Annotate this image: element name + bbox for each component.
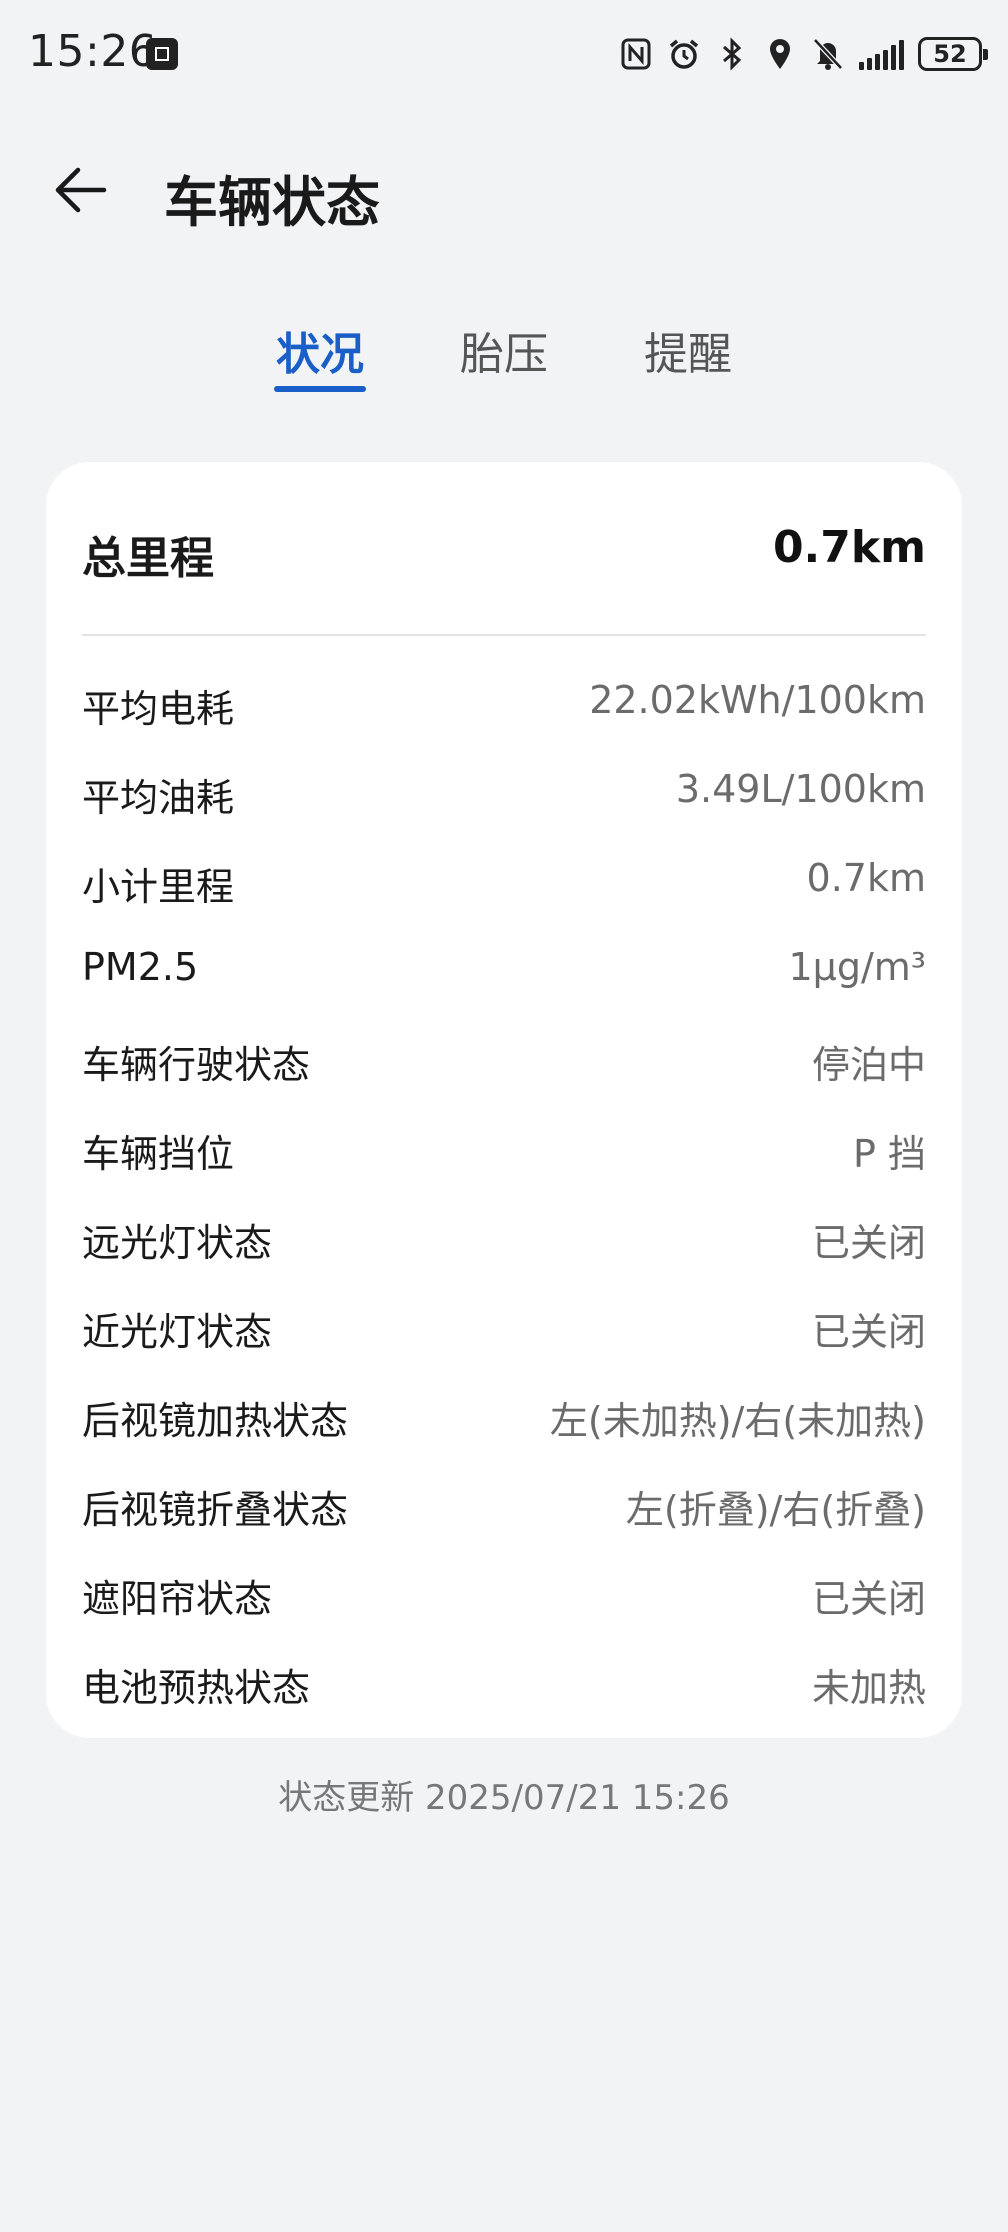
row-value: 已关闭	[811, 1310, 926, 1354]
alarm-icon	[667, 37, 701, 71]
app-header: 车辆状态	[0, 140, 1008, 240]
battery-icon: 52	[918, 37, 988, 71]
tab-bar: 状况 胎压 提醒	[0, 312, 1008, 402]
total-mileage-value: 0.7km	[772, 522, 926, 573]
signal-icon	[859, 38, 904, 70]
row-value: 停泊中	[811, 1043, 926, 1087]
vehicle-status-card: 总里程 0.7km 平均电耗 22.02kWh/100km 平均油耗 3.49L…	[46, 462, 962, 1738]
status-bar: 15:26 52	[0, 0, 1008, 108]
back-button[interactable]	[44, 154, 116, 226]
list-item: 平均电耗 22.02kWh/100km	[82, 664, 926, 753]
row-label: 远光灯状态	[82, 1221, 273, 1265]
row-label: 平均油耗	[82, 776, 235, 820]
row-value: 0.7km	[806, 856, 926, 900]
tab-tire-pressure[interactable]: 胎压	[434, 318, 574, 398]
list-item: PM2.5 1μg/m³	[82, 931, 926, 1020]
status-update-time: 状态更新 2025/07/21 15:26	[278, 1778, 730, 1818]
row-label: 车辆行驶状态	[82, 1043, 311, 1087]
bluetooth-icon	[715, 37, 749, 71]
list-item: 车辆挡位 P 挡	[82, 1109, 926, 1198]
status-icons: 52	[619, 32, 988, 76]
list-item: 后视镜折叠状态 左(折叠)/右(折叠)	[82, 1465, 926, 1554]
list-item: 小计里程 0.7km	[82, 842, 926, 931]
status-list: 平均电耗 22.02kWh/100km 平均油耗 3.49L/100km 小计里…	[82, 664, 926, 1732]
row-label: 电池预热状态	[82, 1666, 311, 1710]
row-value: P 挡	[853, 1132, 926, 1176]
row-value: 3.49L/100km	[675, 767, 926, 811]
active-tab-indicator	[274, 386, 366, 392]
list-item: 远光灯状态 已关闭	[82, 1198, 926, 1287]
row-value: 左(折叠)/右(折叠)	[625, 1488, 926, 1532]
list-item: 近光灯状态 已关闭	[82, 1287, 926, 1376]
location-icon	[763, 37, 797, 71]
list-item: 遮阳帘状态 已关闭	[82, 1554, 926, 1643]
row-value: 左(未加热)/右(未加热)	[549, 1399, 926, 1443]
list-item: 后视镜加热状态 左(未加热)/右(未加热)	[82, 1376, 926, 1465]
list-item: 车辆行驶状态 停泊中	[82, 1020, 926, 1109]
total-mileage-label: 总里程	[82, 533, 214, 584]
page-title: 车辆状态	[164, 171, 380, 234]
list-item: 平均油耗 3.49L/100km	[82, 753, 926, 842]
list-item: 电池预热状态 未加热	[82, 1643, 926, 1732]
row-label: 遮阳帘状态	[82, 1577, 273, 1621]
row-value: 1μg/m³	[788, 945, 926, 989]
row-label: 后视镜加热状态	[82, 1399, 349, 1443]
status-time: 15:26	[28, 26, 158, 77]
back-arrow-icon	[55, 167, 107, 213]
app-notification-icon	[146, 38, 178, 70]
mute-bell-icon	[811, 37, 845, 71]
row-value: 22.02kWh/100km	[589, 678, 926, 722]
row-label: 车辆挡位	[82, 1132, 235, 1176]
row-value: 已关闭	[811, 1577, 926, 1621]
row-label: 后视镜折叠状态	[82, 1488, 349, 1532]
row-label: 平均电耗	[82, 687, 235, 731]
battery-level: 52	[933, 40, 967, 68]
row-label: 近光灯状态	[82, 1310, 273, 1354]
row-value: 未加热	[811, 1666, 926, 1710]
row-label: 小计里程	[82, 865, 235, 909]
row-value: 已关闭	[811, 1221, 926, 1265]
row-label: PM2.5	[82, 945, 199, 989]
card-divider	[82, 634, 926, 636]
total-mileage-row: 总里程 0.7km	[82, 522, 926, 592]
nfc-icon	[619, 37, 653, 71]
tab-reminder[interactable]: 提醒	[618, 318, 758, 398]
